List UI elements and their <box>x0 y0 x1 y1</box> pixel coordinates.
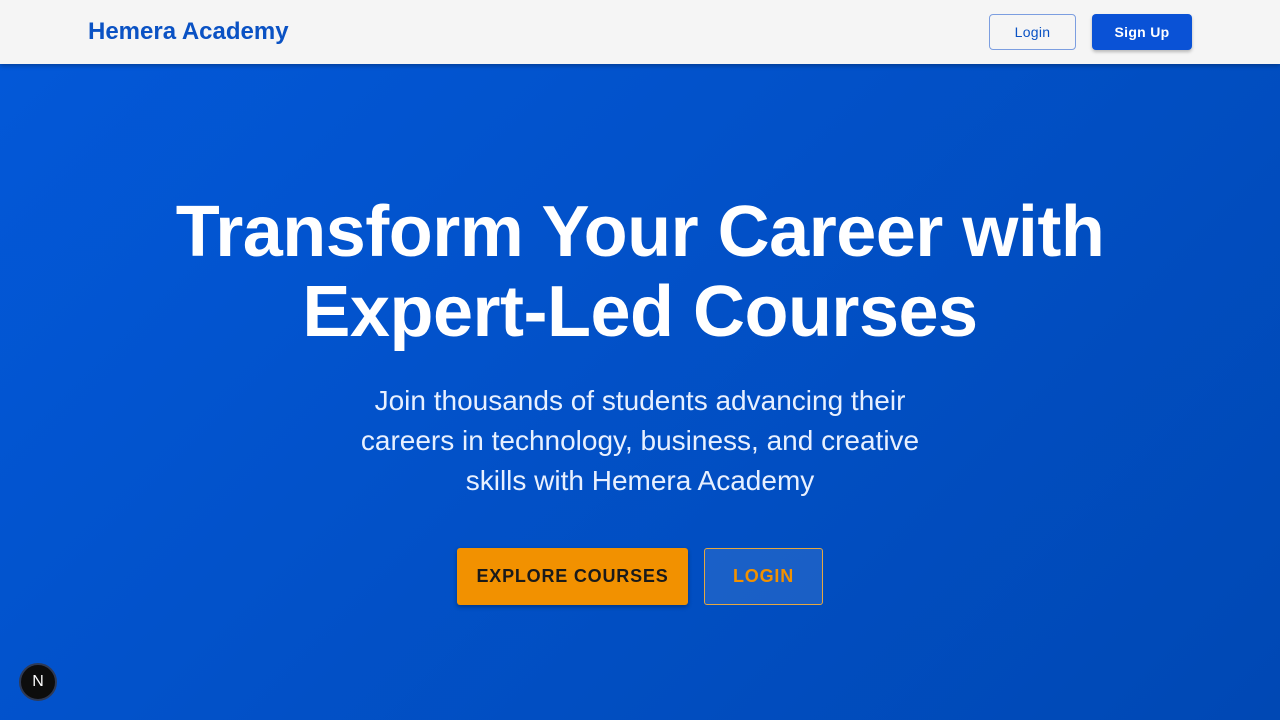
nextjs-dev-indicator-icon[interactable]: N <box>19 663 57 701</box>
header-signup-button[interactable]: Sign Up <box>1092 14 1192 50</box>
hero-login-button[interactable]: LOGIN <box>704 548 823 605</box>
brand-logo[interactable]: Hemera Academy <box>88 17 289 47</box>
hero-title: Transform Your Career with Expert-Led Co… <box>175 192 1105 352</box>
nextjs-logo-letter: N <box>32 673 44 690</box>
top-navigation-bar: Hemera Academy Login Sign Up <box>0 0 1280 64</box>
hero-section: Transform Your Career with Expert-Led Co… <box>0 64 1280 720</box>
header-login-button[interactable]: Login <box>989 14 1076 50</box>
explore-courses-button[interactable]: EXPLORE COURSES <box>457 548 688 605</box>
hero-subtitle: Join thousands of students advancing the… <box>360 385 920 496</box>
page: Hemera Academy Login Sign Up Transform Y… <box>0 0 1280 720</box>
